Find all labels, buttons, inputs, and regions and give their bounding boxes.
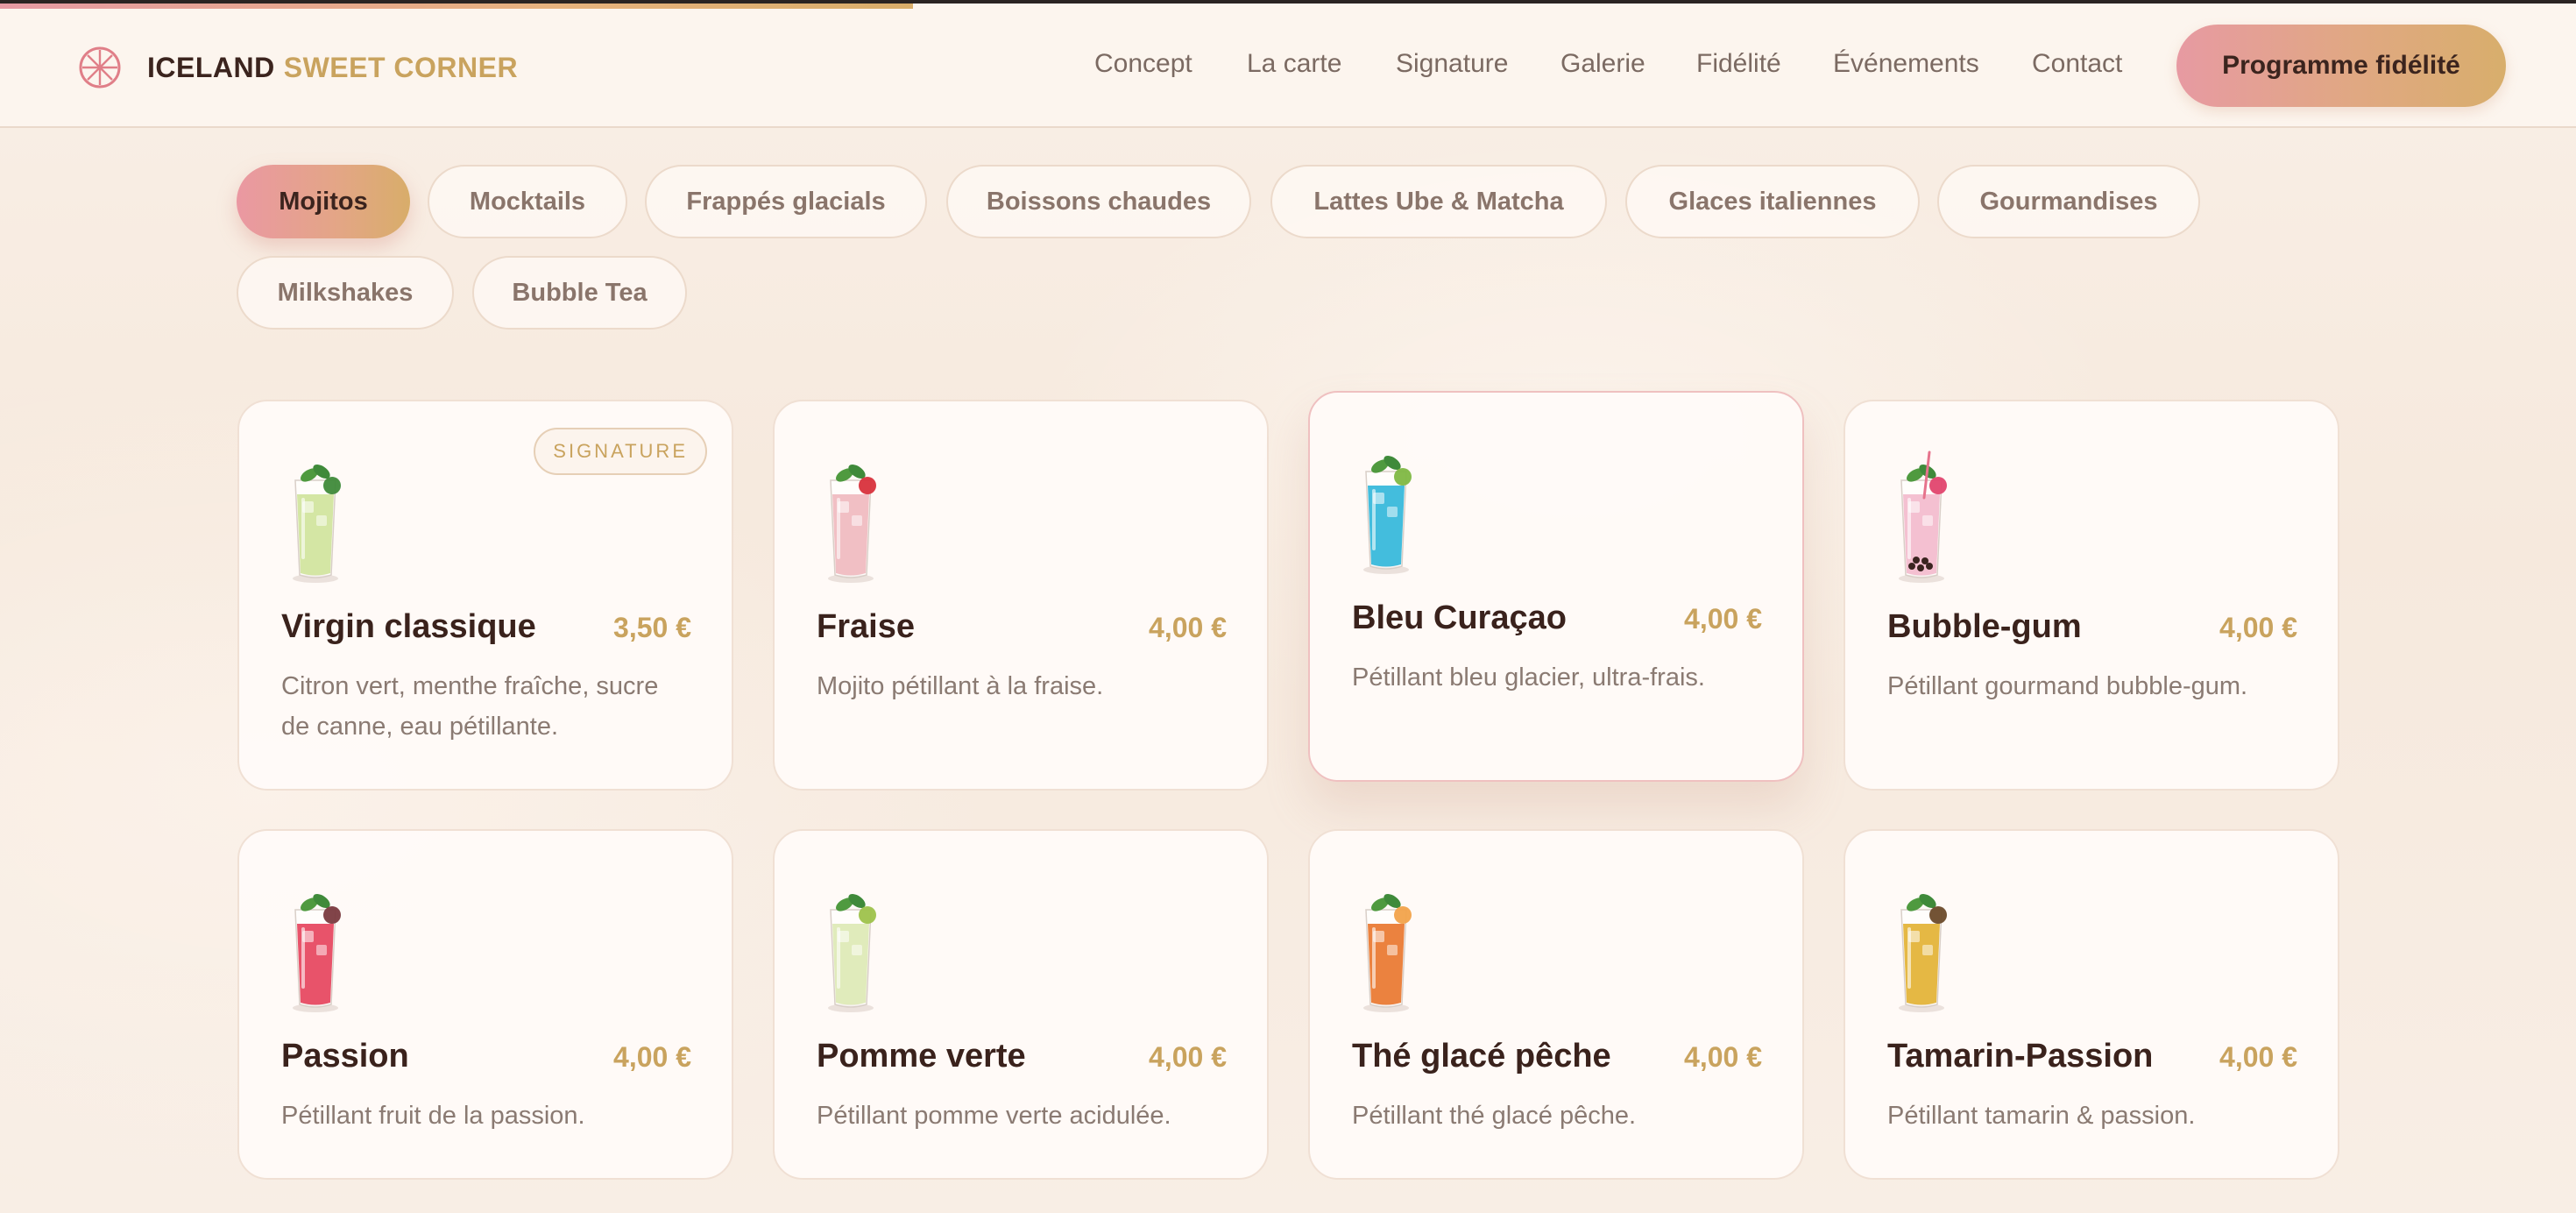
product-price: 3,50 € <box>613 612 691 643</box>
brand-name-accent: SWEET CORNER <box>283 51 519 83</box>
product-name: Bubble-gum <box>1887 608 2082 645</box>
loyalty-program-button[interactable]: Programme fidélité <box>2176 25 2506 107</box>
product-name: Thé glacé pêche <box>1352 1038 1611 1075</box>
product-price: 4,00 € <box>1149 612 1227 643</box>
product-price: 4,00 € <box>613 1041 691 1073</box>
category-chip-lattes-ube-matcha[interactable]: Lattes Ube & Matcha <box>1270 165 1607 238</box>
product-name: Virgin classique <box>281 608 536 645</box>
tamarind-passion-glass-icon <box>1899 894 1947 1012</box>
product-card[interactable]: Tamarin-Passion 4,00 € Pétillant tamarin… <box>1844 829 2339 1180</box>
product-description: Pétillant thé glacé pêche. <box>1352 1102 1637 1130</box>
category-chip-mojitos[interactable]: Mojitos <box>237 165 410 238</box>
product-price: 4,00 € <box>1684 603 1762 635</box>
nav-link-galerie[interactable]: Galerie <box>1560 49 1645 79</box>
product-name: Passion <box>281 1038 409 1075</box>
product-name: Bleu Curaçao <box>1352 599 1567 636</box>
site-header: ICELAND SWEET CORNER Concept La carte Si… <box>0 4 2576 128</box>
nav-link-contact[interactable]: Contact <box>2032 49 2122 79</box>
product-price: 4,00 € <box>2219 1041 2297 1073</box>
nav-link-evenements[interactable]: Événements <box>1833 49 1979 79</box>
green-apple-glass-icon <box>828 894 876 1012</box>
nav-link-la-carte[interactable]: La carte <box>1247 49 1341 79</box>
product-description: Pétillant tamarin & passion. <box>1887 1102 2196 1130</box>
product-description: Mojito pétillant à la fraise. <box>817 672 1104 700</box>
category-chip-boissons-chaudes[interactable]: Boissons chaudes <box>946 165 1251 238</box>
passion-fruit-glass-icon <box>293 894 341 1012</box>
peach-iced-tea-glass-icon <box>1363 894 1412 1012</box>
product-card[interactable]: Fraise 4,00 € Mojito pétillant à la frai… <box>773 400 1269 791</box>
category-chip-mocktails[interactable]: Mocktails <box>428 165 627 238</box>
brand-logo[interactable]: ICELAND SWEET CORNER <box>77 42 518 93</box>
product-card[interactable]: SIGNATURE Virgin classique 3,50 € Citron… <box>237 400 733 791</box>
product-description: Pétillant fruit de la passion. <box>281 1102 585 1130</box>
green-mojito-glass-icon <box>293 465 341 583</box>
product-name: Pomme verte <box>817 1038 1026 1075</box>
category-chip-glaces-italiennes[interactable]: Glaces italiennes <box>1625 165 1920 238</box>
product-description: Pétillant bleu glacier, ultra-frais. <box>1352 663 1705 692</box>
bubble-gum-glass-icon <box>1899 450 1947 583</box>
signature-badge: SIGNATURE <box>534 428 707 475</box>
product-card[interactable]: Thé glacé pêche 4,00 € Pétillant thé gla… <box>1308 829 1804 1180</box>
strawberry-mojito-glass-icon <box>828 465 876 583</box>
product-description: Pétillant pomme verte acidulée. <box>817 1102 1171 1130</box>
category-chip-milkshakes[interactable]: Milkshakes <box>237 256 454 330</box>
nav-link-fidelite[interactable]: Fidélité <box>1696 49 1781 79</box>
product-price: 4,00 € <box>2219 612 2297 643</box>
product-card[interactable]: Bubble-gum 4,00 € Pétillant gourmand bub… <box>1844 400 2339 791</box>
product-name: Tamarin-Passion <box>1887 1038 2154 1075</box>
product-card[interactable]: Bleu Curaçao 4,00 € Pétillant bleu glaci… <box>1308 391 1804 782</box>
product-name: Fraise <box>817 608 915 645</box>
product-description: Citron vert, menthe fraîche, sucre de ca… <box>281 672 659 741</box>
product-card[interactable]: Pomme verte 4,00 € Pétillant pomme verte… <box>773 829 1269 1180</box>
product-card[interactable]: Passion 4,00 € Pétillant fruit de la pas… <box>237 829 733 1180</box>
scroll-progress-bar <box>0 4 913 9</box>
nav-link-concept[interactable]: Concept <box>1094 49 1192 79</box>
product-price: 4,00 € <box>1149 1041 1227 1073</box>
brand-name-primary: ICELAND <box>147 51 275 83</box>
category-chip-gourmandises[interactable]: Gourmandises <box>1937 165 2200 238</box>
category-chip-frappes-glacials[interactable]: Frappés glacials <box>645 165 927 238</box>
product-description: Pétillant gourmand bubble-gum. <box>1887 672 2248 700</box>
nav-link-signature[interactable]: Signature <box>1396 49 1508 79</box>
category-chip-bubble-tea[interactable]: Bubble Tea <box>472 256 687 330</box>
blue-curacao-glass-icon <box>1363 456 1412 574</box>
product-price: 4,00 € <box>1684 1041 1762 1073</box>
citrus-slice-icon <box>79 46 121 89</box>
